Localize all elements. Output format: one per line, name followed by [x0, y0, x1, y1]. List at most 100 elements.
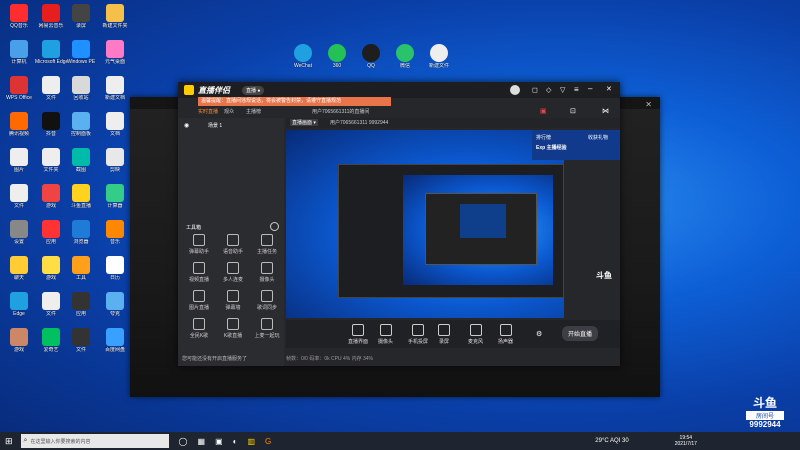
close-icon[interactable]: ✕ — [645, 100, 652, 109]
toolbar-action[interactable]: 扬声器 — [498, 324, 513, 345]
tab-audience[interactable]: 观众 — [224, 108, 234, 115]
toolbar-action[interactable]: 录屏 — [438, 324, 450, 345]
desktop-icon[interactable]: 文件夹 — [36, 148, 66, 173]
weather[interactable]: 29°C AQI 30 — [595, 438, 628, 444]
app-icon — [10, 40, 28, 58]
desktop-icon[interactable]: 工具 — [66, 256, 96, 281]
desktop-icon[interactable]: 应用 — [66, 292, 96, 317]
desktop-icon[interactable]: 回收站 — [66, 76, 96, 101]
desktop-icon[interactable]: 截图 — [66, 148, 96, 173]
desktop-icon[interactable]: 文件 — [66, 328, 96, 353]
tool-item[interactable]: 摄像头 — [252, 262, 282, 283]
desktop-icon[interactable]: 新建文档 — [100, 76, 130, 101]
tool-item[interactable]: 多人连麦 — [218, 262, 248, 283]
clock[interactable]: 19:54 2021/7/17 — [675, 435, 697, 447]
desktop-icon[interactable]: 文件 — [4, 184, 34, 209]
desktop-icon[interactable]: 游戏 — [36, 184, 66, 209]
desktop-icon[interactable]: QQ音乐 — [4, 4, 34, 29]
go-live-button[interactable]: 开始直播 — [562, 326, 599, 341]
desktop-icon[interactable]: 夸克 — [100, 292, 130, 317]
desktop-icon[interactable]: Windows PE — [66, 40, 96, 65]
desktop-icon[interactable]: 网易云音乐 — [36, 4, 66, 29]
desktop-icon[interactable]: 计算器 — [100, 184, 130, 209]
desktop-icon[interactable]: 计算机 — [4, 40, 34, 65]
toolbar-action[interactable]: 摄像头 — [378, 324, 393, 345]
desktop-icon[interactable]: WPS Office — [4, 76, 34, 101]
avatar[interactable] — [510, 85, 520, 95]
filter-icon[interactable]: ▽ — [560, 86, 565, 94]
minimize-icon[interactable]: – — [588, 84, 592, 93]
desktop-icon-label: 斗鱼直播 — [70, 203, 91, 209]
search-box[interactable]: ⌕ 在这里输入你要搜索的内容 — [20, 434, 169, 448]
desktop-icon[interactable]: 百度网盘 — [100, 328, 130, 353]
tool-item[interactable]: 图片直播 — [184, 290, 214, 311]
desktop-icon[interactable]: 元气桌面 — [100, 40, 130, 65]
desktop-icon[interactable]: 音乐 — [100, 220, 130, 245]
message-icon[interactable]: ◻ — [532, 86, 538, 94]
desktop-icon[interactable]: QQ — [356, 44, 386, 69]
desktop-icon[interactable]: 剪映 — [100, 148, 130, 173]
taskbar-app-icon[interactable]: ▥ — [247, 437, 255, 446]
desktop-icon[interactable]: 应用 — [36, 220, 66, 245]
tab-live[interactable]: 实时直播 — [198, 108, 218, 115]
desktop-icon[interactable]: 文件 — [36, 76, 66, 101]
app-badge[interactable]: 直播 ● — [242, 86, 265, 95]
toolbar-action[interactable]: 直播界面 — [348, 324, 368, 345]
desktop-icon[interactable]: 新建文件 — [424, 44, 454, 69]
gift-icon[interactable]: ▣ — [540, 107, 547, 115]
desktop-icon[interactable]: 日历 — [100, 256, 130, 281]
taskbar-app-icon[interactable]: ◐ — [233, 437, 238, 446]
desktop-icon[interactable]: Edge — [4, 292, 34, 317]
desktop-icon[interactable]: 录屏 — [66, 4, 96, 29]
settings-icon[interactable]: ⚙ — [536, 330, 542, 338]
desktop-icon[interactable]: 微信 — [390, 44, 420, 69]
desktop-icon[interactable]: 抖音 — [36, 112, 66, 137]
desktop-icon[interactable]: 聊天 — [4, 256, 34, 281]
desktop-icon[interactable]: 图片 — [4, 148, 34, 173]
desktop-icon[interactable]: 腾讯视频 — [4, 112, 34, 137]
desktop-icon[interactable]: 文件 — [36, 292, 66, 317]
exp-label: Exp 主播经验 — [536, 145, 567, 151]
toolbar-action[interactable]: 手机投屏 — [408, 324, 428, 345]
tool-item[interactable]: 弹幕助手 — [184, 234, 214, 255]
toolbar-action[interactable]: 麦克风 — [468, 324, 483, 345]
tool-item[interactable]: 视频直播 — [184, 262, 214, 283]
desktop-icon[interactable]: 新建文件夹 — [100, 4, 130, 29]
tool-item[interactable]: 歌词同步 — [252, 290, 282, 311]
tool-item[interactable]: 上麦一起玩 — [252, 318, 282, 339]
tool-item[interactable]: 语音助手 — [218, 234, 248, 255]
tool-item[interactable]: 主播任务 — [252, 234, 282, 255]
tab-rank[interactable]: 主播榜 — [246, 108, 261, 115]
app-icon — [106, 328, 124, 346]
tool-item[interactable]: 全民K歌 — [184, 318, 214, 339]
menu-icon[interactable]: ≡ — [574, 85, 579, 94]
share-icon[interactable]: ⋈ — [602, 107, 609, 115]
shirt-icon[interactable]: ◇ — [546, 86, 551, 94]
lock-icon[interactable]: ⊡ — [570, 107, 576, 115]
tool-item[interactable]: K歌直播 — [218, 318, 248, 339]
desktop-icon[interactable]: 文档 — [100, 112, 130, 137]
tools-toggle-icon[interactable] — [270, 222, 279, 231]
taskbar-app-icon[interactable]: ▣ — [215, 437, 223, 446]
close-icon[interactable]: ✕ — [606, 85, 612, 93]
action-icon — [469, 324, 482, 336]
desktop-icon[interactable]: 360 — [322, 44, 352, 69]
desktop-icon[interactable]: 控制面板 — [66, 112, 96, 137]
desktop-icon[interactable]: 游戏 — [36, 256, 66, 281]
desktop-icon[interactable]: 游戏 — [4, 328, 34, 353]
desktop-icon[interactable]: 斗鱼直播 — [66, 184, 96, 209]
taskbar-app-icon[interactable]: ▦ — [198, 437, 206, 446]
taskbar-app-icon[interactable]: G — [265, 437, 271, 446]
tool-item[interactable]: 弹幕墙 — [218, 290, 248, 311]
desktop-icon[interactable]: WeChat — [288, 44, 318, 69]
task-view-icon[interactable]: ◯ — [179, 437, 188, 446]
stage-select[interactable]: 直播画面 ▾ — [290, 119, 318, 126]
desktop-icon[interactable]: Microsoft Edge — [35, 40, 67, 65]
desktop-icon[interactable]: 设置 — [4, 220, 34, 245]
desktop-icon[interactable]: 爱奇艺 — [36, 328, 66, 353]
desktop-icon[interactable]: 浏览器 — [66, 220, 96, 245]
eye-icon[interactable]: ◉ — [184, 122, 189, 129]
scene-item[interactable]: 场景 1 — [208, 122, 222, 129]
action-icon — [499, 324, 512, 336]
windows-start-icon[interactable]: ⊞ — [5, 436, 13, 447]
